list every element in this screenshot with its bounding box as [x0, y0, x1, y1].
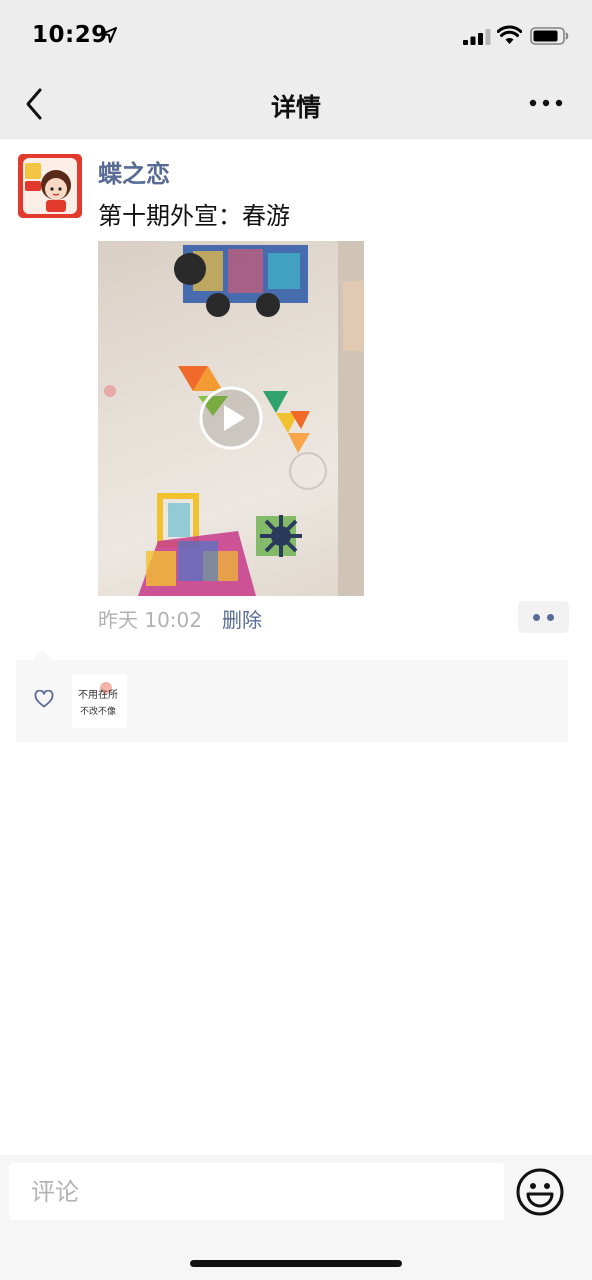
comment-bar [0, 1155, 592, 1280]
video-thumbnail[interactable] [98, 241, 364, 596]
dot-right [547, 614, 554, 621]
delete-link[interactable]: 删除 [222, 604, 262, 633]
liker-line2: 不改不像 [80, 705, 116, 717]
comment-input[interactable] [9, 1163, 504, 1220]
dot-left [533, 614, 540, 621]
top-bar: 10:29 详情 [0, 0, 592, 139]
wifi-icon [497, 25, 522, 44]
emoji-icon[interactable] [515, 1167, 565, 1217]
post-text: 第十期外宣：春游 [98, 202, 290, 230]
likes-panel-arrow [32, 650, 52, 660]
signal-icon [463, 29, 491, 45]
avatar-illustration [18, 154, 82, 218]
status-time: 10:29 [32, 22, 108, 48]
battery-icon [530, 27, 569, 45]
location-arrow-icon [101, 27, 117, 43]
liker-avatar[interactable]: 不用在所 不改不像 [72, 674, 127, 728]
post-time: 昨天 10:02 [98, 608, 202, 632]
play-icon[interactable] [199, 386, 263, 450]
heart-icon [34, 690, 54, 708]
liker-line1: 不用在所 [78, 689, 118, 701]
page-title: 详情 [270, 93, 321, 122]
likes-panel: 不用在所 不改不像 [16, 660, 568, 742]
post-username[interactable]: 蝶之恋 [98, 154, 170, 189]
liker-avatar-image: 不用在所 不改不像 [72, 674, 127, 728]
avatar[interactable] [18, 154, 82, 218]
home-indicator [190, 1260, 402, 1267]
like-comment-button[interactable] [518, 601, 569, 633]
more-dots-icon[interactable] [528, 96, 564, 110]
